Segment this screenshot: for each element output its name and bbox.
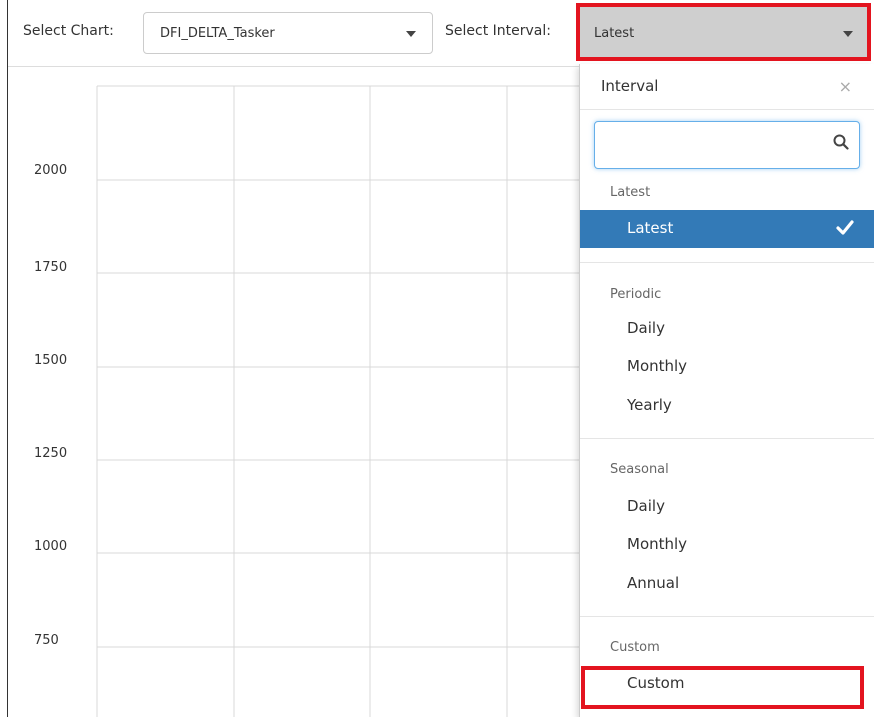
search-input[interactable] [603, 132, 827, 158]
interval-select-value: Latest [594, 26, 635, 41]
chevron-down-icon [406, 31, 416, 37]
select-interval-label: Select Interval: [445, 23, 551, 39]
close-icon[interactable]: × [839, 77, 852, 96]
y-tick-label: 1250 [34, 446, 68, 461]
option-periodic-daily[interactable]: Daily [627, 319, 665, 337]
dropdown-title: Interval [601, 77, 659, 95]
y-tick-label: 1750 [34, 260, 68, 275]
divider [580, 438, 874, 439]
search-field[interactable] [594, 121, 860, 169]
chevron-down-icon [843, 31, 853, 37]
interval-dropdown: Interval × Latest Latest Periodic Daily … [579, 64, 874, 717]
y-tick-label: 1500 [34, 353, 68, 368]
y-tick-label: 1000 [34, 539, 68, 554]
group-label-custom: Custom [610, 640, 660, 655]
option-latest[interactable]: Latest [580, 210, 874, 248]
option-label: Latest [627, 219, 674, 237]
group-label-latest: Latest [610, 185, 651, 200]
custom-highlight-box [581, 666, 864, 709]
option-seasonal-monthly[interactable]: Monthly [627, 535, 687, 553]
group-label-seasonal: Seasonal [610, 462, 669, 477]
select-chart-label: Select Chart: [23, 23, 114, 39]
divider [580, 616, 874, 617]
option-seasonal-daily[interactable]: Daily [627, 497, 665, 515]
divider [580, 262, 874, 263]
option-seasonal-annual[interactable]: Annual [627, 574, 679, 592]
check-icon [836, 219, 854, 239]
option-periodic-monthly[interactable]: Monthly [627, 357, 687, 375]
group-label-periodic: Periodic [610, 287, 662, 302]
y-tick-label: 2000 [34, 163, 68, 178]
interval-select[interactable]: Latest [576, 3, 871, 61]
option-periodic-yearly[interactable]: Yearly [627, 396, 672, 414]
dropdown-header: Interval × [580, 64, 874, 110]
y-tick-label: 750 [34, 633, 59, 648]
search-icon [833, 134, 849, 154]
chart-select[interactable]: DFI_DELTA_Tasker [143, 12, 433, 54]
chart-select-value: DFI_DELTA_Tasker [160, 26, 275, 41]
